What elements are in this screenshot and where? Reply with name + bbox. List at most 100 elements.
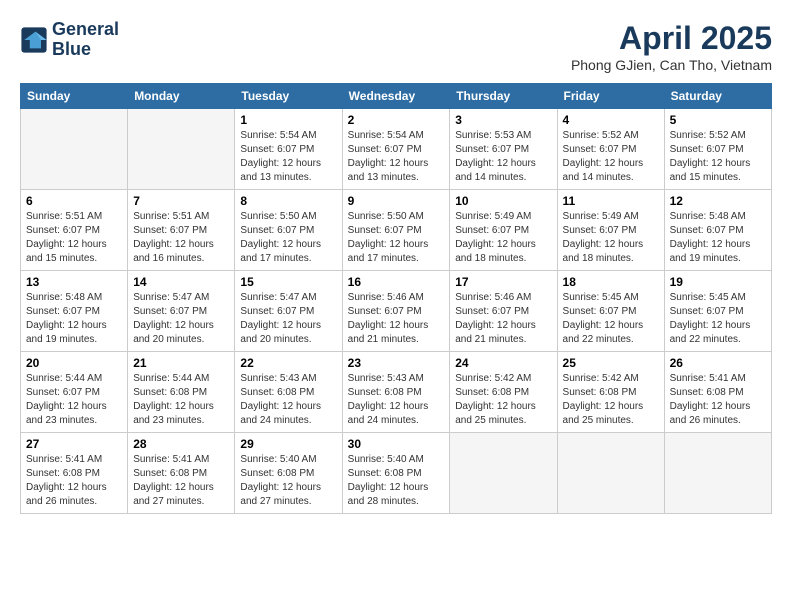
calendar-week-5: 27 Sunrise: 5:41 AM Sunset: 6:08 PM Dayli…	[21, 433, 772, 514]
day-number: 14	[133, 275, 229, 289]
day-info: Sunrise: 5:44 AM Sunset: 6:07 PM Dayligh…	[26, 372, 122, 428]
page-header: General Blue April 2025 Phong GJien, Can…	[20, 20, 772, 73]
calendar-cell: 1 Sunrise: 5:54 AM Sunset: 6:07 PM Daylig…	[235, 109, 342, 190]
calendar-cell: 9 Sunrise: 5:50 AM Sunset: 6:07 PM Daylig…	[342, 190, 450, 271]
calendar-cell: 12 Sunrise: 5:48 AM Sunset: 6:07 PM Dayli…	[664, 190, 771, 271]
calendar-cell: 26Sunrise: 5:41 AM Sunset: 6:08 PM Dayli…	[664, 352, 771, 433]
day-info: Sunrise: 5:40 AM Sunset: 6:08 PM Dayligh…	[348, 453, 445, 509]
calendar-cell: 28 Sunrise: 5:41 AM Sunset: 6:08 PM Dayli…	[128, 433, 235, 514]
day-info: Sunrise: 5:43 AM Sunset: 6:08 PM Dayligh…	[348, 372, 445, 428]
day-number: 23	[348, 356, 445, 370]
calendar-cell: 17 Sunrise: 5:46 AM Sunset: 6:07 PM Dayli…	[450, 271, 557, 352]
calendar-cell: 15 Sunrise: 5:47 AM Sunset: 6:07 PM Dayli…	[235, 271, 342, 352]
day-info: Sunrise: 5:54 AM Sunset: 6:07 PM Dayligh…	[348, 129, 445, 185]
day-number: 3	[455, 113, 551, 127]
day-number: 11	[563, 194, 659, 208]
calendar-cell: 3 Sunrise: 5:53 AM Sunset: 6:07 PM Daylig…	[450, 109, 557, 190]
day-info: Sunrise: 5:41 AM Sunset: 6:08 PM Dayligh…	[670, 372, 766, 428]
day-number: 20	[26, 356, 122, 370]
calendar-cell: 23 Sunrise: 5:43 AM Sunset: 6:08 PM Dayli…	[342, 352, 450, 433]
day-number: 16	[348, 275, 445, 289]
day-number: 4	[563, 113, 659, 127]
day-info: Sunrise: 5:51 AM Sunset: 6:07 PM Dayligh…	[133, 210, 229, 266]
calendar-cell: 19Sunrise: 5:45 AM Sunset: 6:07 PM Dayli…	[664, 271, 771, 352]
calendar-cell: 22 Sunrise: 5:43 AM Sunset: 6:08 PM Dayli…	[235, 352, 342, 433]
calendar-cell: 13 Sunrise: 5:48 AM Sunset: 6:07 PM Dayli…	[21, 271, 128, 352]
day-number: 24	[455, 356, 551, 370]
logo: General Blue	[20, 20, 119, 60]
day-number: 30	[348, 437, 445, 451]
calendar-cell: 29 Sunrise: 5:40 AM Sunset: 6:08 PM Dayli…	[235, 433, 342, 514]
calendar-cell: 24 Sunrise: 5:42 AM Sunset: 6:08 PM Dayli…	[450, 352, 557, 433]
day-info: Sunrise: 5:50 AM Sunset: 6:07 PM Dayligh…	[348, 210, 445, 266]
day-number: 28	[133, 437, 229, 451]
day-info: Sunrise: 5:42 AM Sunset: 6:08 PM Dayligh…	[455, 372, 551, 428]
day-number: 18	[563, 275, 659, 289]
logo-icon	[20, 26, 48, 54]
month-title: April 2025	[571, 20, 772, 57]
calendar-cell: 20 Sunrise: 5:44 AM Sunset: 6:07 PM Dayli…	[21, 352, 128, 433]
day-number: 1	[240, 113, 336, 127]
day-number: 19	[670, 275, 766, 289]
day-number: 21	[133, 356, 229, 370]
calendar-cell	[664, 433, 771, 514]
day-number: 9	[348, 194, 445, 208]
column-header-tuesday: Tuesday	[235, 84, 342, 109]
calendar-header-row: SundayMondayTuesdayWednesdayThursdayFrid…	[21, 84, 772, 109]
calendar-cell: 18 Sunrise: 5:45 AM Sunset: 6:07 PM Dayli…	[557, 271, 664, 352]
calendar-cell	[128, 109, 235, 190]
day-number: 7	[133, 194, 229, 208]
calendar-cell: 7 Sunrise: 5:51 AM Sunset: 6:07 PM Daylig…	[128, 190, 235, 271]
calendar-cell: 6 Sunrise: 5:51 AM Sunset: 6:07 PM Daylig…	[21, 190, 128, 271]
day-info: Sunrise: 5:40 AM Sunset: 6:08 PM Dayligh…	[240, 453, 336, 509]
day-number: 13	[26, 275, 122, 289]
day-number: 12	[670, 194, 766, 208]
day-info: Sunrise: 5:41 AM Sunset: 6:08 PM Dayligh…	[133, 453, 229, 509]
day-info: Sunrise: 5:52 AM Sunset: 6:07 PM Dayligh…	[563, 129, 659, 185]
location: Phong GJien, Can Tho, Vietnam	[571, 57, 772, 73]
day-number: 17	[455, 275, 551, 289]
calendar-cell: 25 Sunrise: 5:42 AM Sunset: 6:08 PM Dayli…	[557, 352, 664, 433]
day-info: Sunrise: 5:43 AM Sunset: 6:08 PM Dayligh…	[240, 372, 336, 428]
calendar-cell: 2 Sunrise: 5:54 AM Sunset: 6:07 PM Daylig…	[342, 109, 450, 190]
day-number: 10	[455, 194, 551, 208]
calendar-week-1: 1 Sunrise: 5:54 AM Sunset: 6:07 PM Daylig…	[21, 109, 772, 190]
day-info: Sunrise: 5:47 AM Sunset: 6:07 PM Dayligh…	[240, 291, 336, 347]
title-block: April 2025 Phong GJien, Can Tho, Vietnam	[571, 20, 772, 73]
day-info: Sunrise: 5:46 AM Sunset: 6:07 PM Dayligh…	[455, 291, 551, 347]
day-info: Sunrise: 5:47 AM Sunset: 6:07 PM Dayligh…	[133, 291, 229, 347]
day-info: Sunrise: 5:53 AM Sunset: 6:07 PM Dayligh…	[455, 129, 551, 185]
day-number: 2	[348, 113, 445, 127]
day-number: 8	[240, 194, 336, 208]
day-info: Sunrise: 5:54 AM Sunset: 6:07 PM Dayligh…	[240, 129, 336, 185]
day-info: Sunrise: 5:41 AM Sunset: 6:08 PM Dayligh…	[26, 453, 122, 509]
day-info: Sunrise: 5:42 AM Sunset: 6:08 PM Dayligh…	[563, 372, 659, 428]
calendar-cell: 30 Sunrise: 5:40 AM Sunset: 6:08 PM Dayli…	[342, 433, 450, 514]
day-info: Sunrise: 5:48 AM Sunset: 6:07 PM Dayligh…	[670, 210, 766, 266]
calendar-week-3: 13 Sunrise: 5:48 AM Sunset: 6:07 PM Dayli…	[21, 271, 772, 352]
calendar-cell: 27 Sunrise: 5:41 AM Sunset: 6:08 PM Dayli…	[21, 433, 128, 514]
calendar-cell: 4 Sunrise: 5:52 AM Sunset: 6:07 PM Daylig…	[557, 109, 664, 190]
day-number: 25	[563, 356, 659, 370]
day-number: 15	[240, 275, 336, 289]
day-info: Sunrise: 5:45 AM Sunset: 6:07 PM Dayligh…	[563, 291, 659, 347]
column-header-wednesday: Wednesday	[342, 84, 450, 109]
calendar: SundayMondayTuesdayWednesdayThursdayFrid…	[20, 83, 772, 514]
column-header-monday: Monday	[128, 84, 235, 109]
calendar-cell	[450, 433, 557, 514]
day-info: Sunrise: 5:49 AM Sunset: 6:07 PM Dayligh…	[563, 210, 659, 266]
day-number: 27	[26, 437, 122, 451]
calendar-cell: 5Sunrise: 5:52 AM Sunset: 6:07 PM Daylig…	[664, 109, 771, 190]
day-number: 22	[240, 356, 336, 370]
day-info: Sunrise: 5:46 AM Sunset: 6:07 PM Dayligh…	[348, 291, 445, 347]
day-info: Sunrise: 5:50 AM Sunset: 6:07 PM Dayligh…	[240, 210, 336, 266]
day-info: Sunrise: 5:49 AM Sunset: 6:07 PM Dayligh…	[455, 210, 551, 266]
calendar-cell: 11 Sunrise: 5:49 AM Sunset: 6:07 PM Dayli…	[557, 190, 664, 271]
calendar-cell: 21Sunrise: 5:44 AM Sunset: 6:08 PM Dayli…	[128, 352, 235, 433]
day-number: 29	[240, 437, 336, 451]
logo-text: General Blue	[52, 20, 119, 60]
day-info: Sunrise: 5:51 AM Sunset: 6:07 PM Dayligh…	[26, 210, 122, 266]
day-number: 6	[26, 194, 122, 208]
calendar-cell: 14 Sunrise: 5:47 AM Sunset: 6:07 PM Dayli…	[128, 271, 235, 352]
day-info: Sunrise: 5:48 AM Sunset: 6:07 PM Dayligh…	[26, 291, 122, 347]
